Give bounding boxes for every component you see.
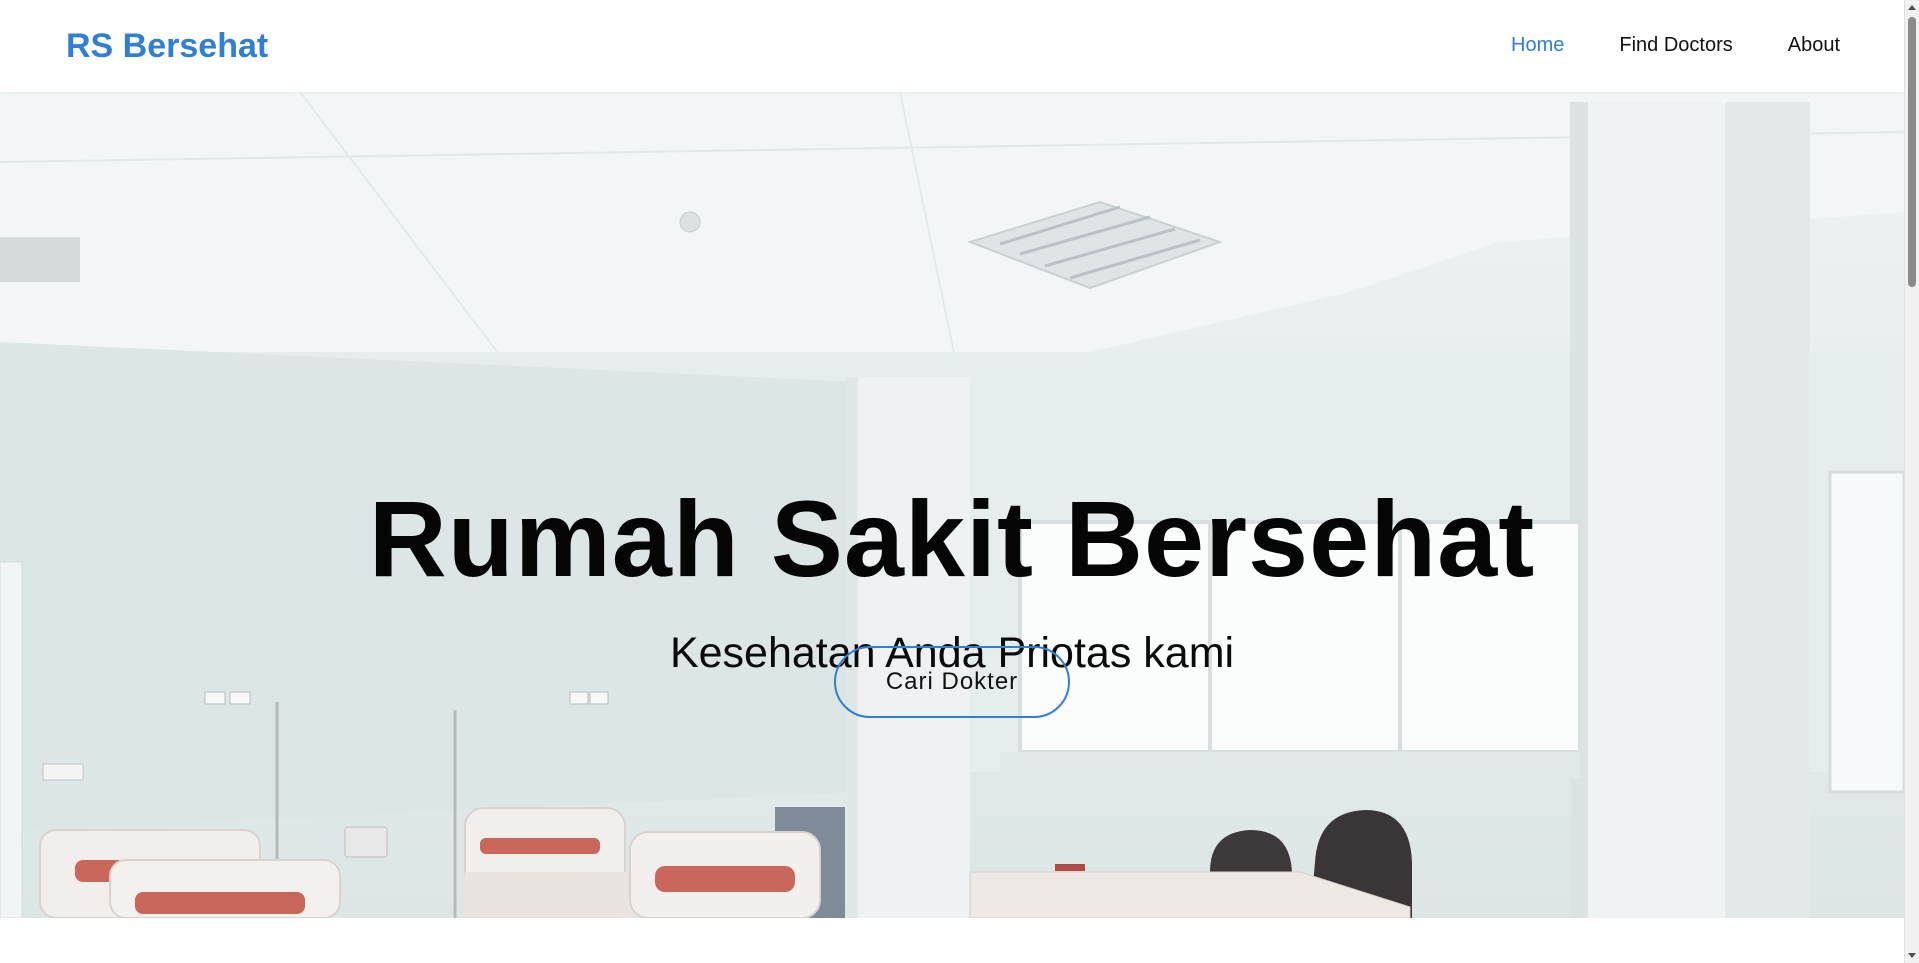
scroll-thumb[interactable]	[1908, 17, 1916, 287]
scroll-up-arrow-icon[interactable]	[1908, 5, 1916, 10]
page: RS Bersehat Home Find Doctors About Ruma…	[0, 0, 1919, 963]
hero-section: Rumah Sakit Bersehat Kesehatan Anda Prio…	[0, 92, 1904, 918]
navbar: RS Bersehat Home Find Doctors About	[0, 0, 1904, 92]
find-doctor-button[interactable]: Cari Dokter	[834, 646, 1070, 718]
hero-title: Rumah Sakit Bersehat	[368, 478, 1536, 600]
nav-links: Home Find Doctors About	[1456, 30, 1840, 60]
scroll-down-arrow-icon[interactable]	[1908, 953, 1916, 958]
page-scrollbar[interactable]	[1904, 0, 1919, 963]
nav-link-about[interactable]: About	[1788, 30, 1840, 60]
nav-link-home[interactable]: Home	[1511, 30, 1564, 60]
brand-logo[interactable]: RS Bersehat	[66, 24, 268, 68]
nav-link-find-doctors[interactable]: Find Doctors	[1619, 30, 1732, 60]
